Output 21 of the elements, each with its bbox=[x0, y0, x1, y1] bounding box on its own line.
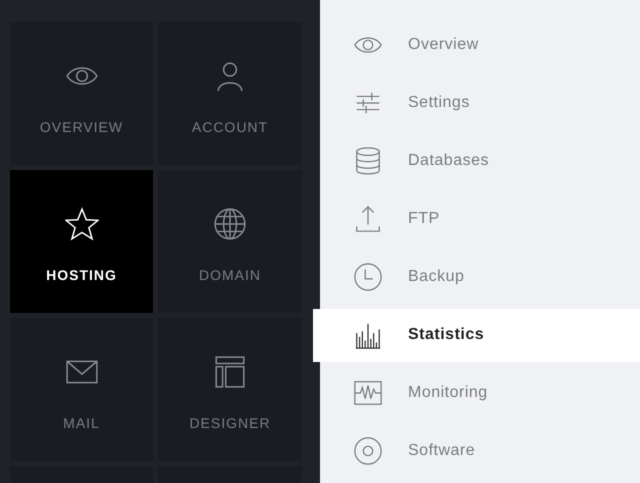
dashboard-tile[interactable]: ACCOUNT bbox=[158, 22, 302, 165]
clock-icon bbox=[353, 262, 383, 292]
menu-item[interactable]: Databases bbox=[313, 135, 640, 188]
disc-icon bbox=[353, 436, 383, 466]
layout-icon bbox=[213, 355, 247, 389]
dashboard-tile[interactable]: MAIL bbox=[10, 318, 153, 461]
dashboard-tile[interactable]: DOMAIN bbox=[158, 170, 302, 313]
menu-item[interactable]: FTP bbox=[313, 193, 640, 246]
dashboard-tile[interactable]: OVERVIEW bbox=[10, 22, 153, 165]
menu-item[interactable]: Settings bbox=[313, 77, 640, 130]
star-icon bbox=[64, 207, 98, 241]
dashboard-tile[interactable]: DESIGNER bbox=[158, 318, 302, 461]
menu-item[interactable]: Statistics bbox=[313, 309, 640, 362]
menu-item[interactable]: Backup bbox=[313, 251, 640, 304]
menu-item[interactable]: Software bbox=[313, 425, 640, 478]
globe-icon bbox=[213, 207, 247, 241]
menu-item[interactable]: Overview bbox=[313, 19, 640, 72]
database-icon bbox=[353, 146, 383, 176]
dashboard-tile[interactable]: HOSTING bbox=[10, 170, 153, 313]
upload-icon bbox=[353, 204, 383, 234]
menu-item[interactable]: Monitoring bbox=[313, 367, 640, 420]
